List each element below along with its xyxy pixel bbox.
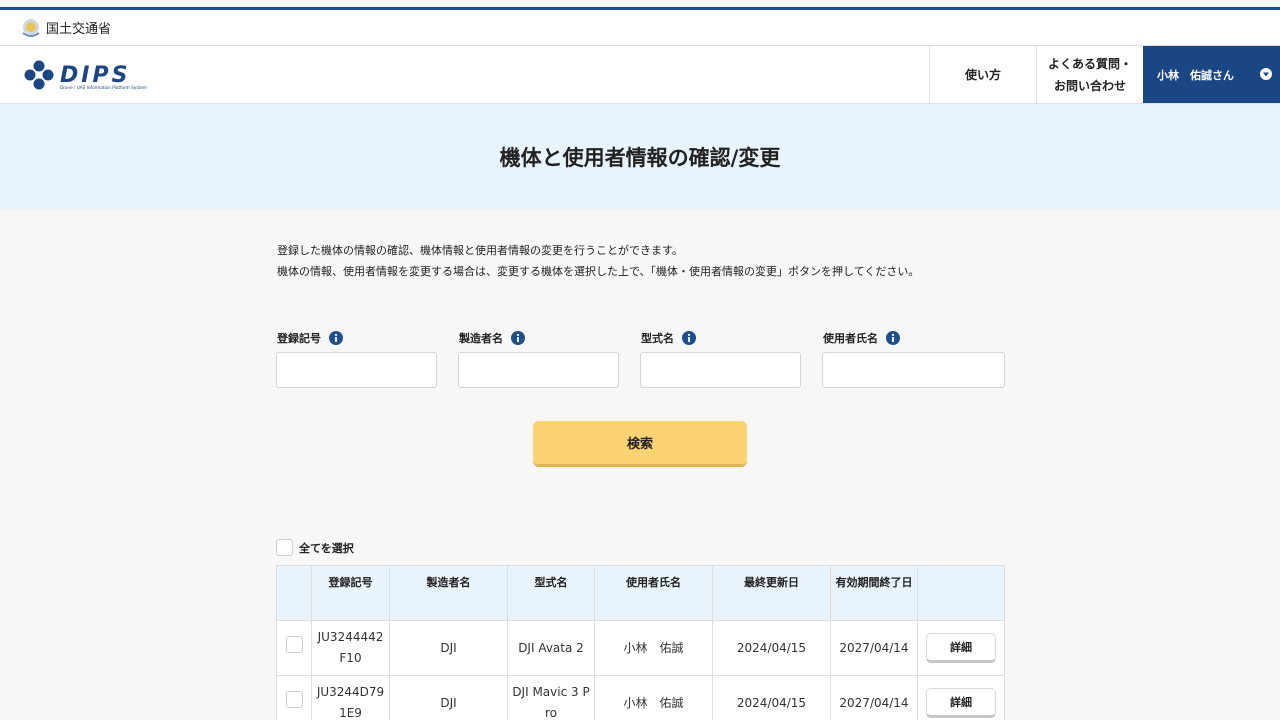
dips-logo-tagline: Drone / UAS Information Platform System	[60, 85, 147, 90]
action-cell: 詳細	[917, 620, 1005, 676]
header-model: 型式名	[507, 565, 595, 621]
model-line-1: DJI Mavic 3 P	[512, 685, 590, 699]
header-expires: 有効期間終了日	[830, 565, 918, 621]
model-line-2: ro	[544, 706, 557, 720]
header-maker: 製造者名	[389, 565, 508, 621]
nav-faq-label-line2: お問い合わせ	[1053, 78, 1126, 93]
registration-cell: JU3244D79 1E9	[311, 675, 390, 720]
model-label: 型式名	[641, 332, 674, 345]
nav-faq-label-line1: よくある質問・	[1047, 56, 1132, 71]
mlit-logo-icon	[22, 18, 40, 37]
ministry-name: 国土交通省	[46, 22, 112, 37]
model-line-1: DJI Avata 2	[518, 640, 584, 655]
model-input[interactable]	[640, 352, 801, 388]
user-cell: 小林 佑誠	[594, 620, 713, 676]
ministry-bar: 国土交通省	[0, 10, 1280, 46]
select-all-label: 全てを選択	[299, 541, 354, 555]
model-cell: DJI Avata 2	[507, 620, 595, 676]
info-circle-icon[interactable]	[511, 331, 525, 345]
caret-down-circle-icon	[1260, 68, 1272, 80]
registration-label: 登録記号	[277, 332, 321, 345]
header-updated: 最終更新日	[712, 565, 831, 621]
info-circle-icon[interactable]	[886, 331, 900, 345]
header-user: 使用者氏名	[594, 565, 713, 621]
info-circle-icon[interactable]	[329, 331, 343, 345]
expires-cell: 2027/04/14	[830, 675, 918, 720]
nav-howto-label: 使い方	[964, 68, 1001, 82]
table-row: JU3244442 F10 DJI DJI Avata 2 小林 佑誠 2024/…	[276, 620, 1005, 676]
user-name-input[interactable]	[822, 352, 1005, 388]
user-name: 小林 佑誠さん	[1157, 68, 1234, 82]
model-cell: DJI Mavic 3 P ro	[507, 675, 595, 720]
nav-faq-link[interactable]: よくある質問・ お問い合わせ	[1036, 46, 1143, 103]
row-select-cell	[276, 620, 312, 676]
search-field-registration: 登録記号	[276, 330, 437, 388]
detail-button[interactable]: 詳細	[926, 633, 996, 663]
registration-input[interactable]	[276, 352, 437, 388]
header-action	[917, 565, 1005, 621]
nav-howto-link[interactable]: 使い方	[929, 46, 1036, 103]
table-header-row: 登録記号 製造者名 型式名 使用者氏名 最終更新日 有効期間終了日	[276, 565, 1005, 621]
expires-cell: 2027/04/14	[830, 620, 918, 676]
maker-label: 製造者名	[459, 332, 503, 345]
description-line-1: 登録した機体の情報の確認、機体情報と使用者情報の変更を行うことができます。	[277, 244, 683, 257]
select-all-checkbox[interactable]	[276, 539, 293, 556]
row-checkbox[interactable]	[285, 691, 303, 708]
user-cell: 小林 佑誠	[594, 675, 713, 720]
user-name-label: 使用者氏名	[823, 332, 878, 345]
select-all-row[interactable]: 全てを選択	[276, 539, 354, 556]
user-name-label-row: 使用者氏名	[823, 330, 900, 346]
search-field-model: 型式名	[640, 330, 801, 388]
registration-label-row: 登録記号	[277, 330, 343, 346]
search-field-user: 使用者氏名	[822, 330, 1005, 388]
model-label-row: 型式名	[641, 330, 696, 346]
table-row: JU3244D79 1E9 DJI DJI Mavic 3 P ro 小林 佑誠 2…	[276, 675, 1005, 720]
registration-cell: JU3244442 F10	[311, 620, 390, 676]
registration-line-1: JU3244D79	[316, 685, 385, 699]
search-field-maker: 製造者名	[458, 330, 619, 388]
title-band: 機体と使用者情報の確認/変更	[0, 104, 1280, 210]
maker-label-row: 製造者名	[459, 330, 525, 346]
info-circle-icon[interactable]	[682, 331, 696, 345]
header-registration: 登録記号	[311, 565, 390, 621]
registration-line-2: F10	[339, 651, 362, 665]
registration-line-2: 1E9	[339, 706, 362, 720]
aircraft-table: 登録記号 製造者名 型式名 使用者氏名 最終更新日 有効期間終了日 JU3244…	[276, 565, 1005, 720]
maker-cell: DJI	[389, 620, 508, 676]
site-header: DIPS Drone / UAS Information Platform Sy…	[0, 46, 1280, 104]
dips-logo[interactable]: DIPS Drone / UAS Information Platform Sy…	[20, 56, 170, 94]
page-description: 登録した機体の情報の確認、機体情報と使用者情報の変更を行うことができます。 機体…	[277, 240, 919, 282]
page-title: 機体と使用者情報の確認/変更	[499, 146, 781, 170]
search-button[interactable]: 検索	[533, 421, 747, 467]
maker-input[interactable]	[458, 352, 619, 388]
header-select-cell	[276, 565, 312, 621]
description-line-2: 機体の情報、使用者情報を変更する場合は、変更する機体を選択した上で、「機体・使用…	[277, 265, 920, 278]
user-menu-button[interactable]: 小林 佑誠さん	[1143, 46, 1280, 103]
row-select-cell	[276, 675, 312, 720]
updated-cell: 2024/04/15	[712, 620, 831, 676]
action-cell: 詳細	[917, 675, 1005, 720]
row-checkbox[interactable]	[285, 636, 303, 653]
maker-cell: DJI	[389, 675, 508, 720]
registration-line-1: JU3244442	[317, 630, 384, 644]
detail-button[interactable]: 詳細	[926, 688, 996, 718]
updated-cell: 2024/04/15	[712, 675, 831, 720]
